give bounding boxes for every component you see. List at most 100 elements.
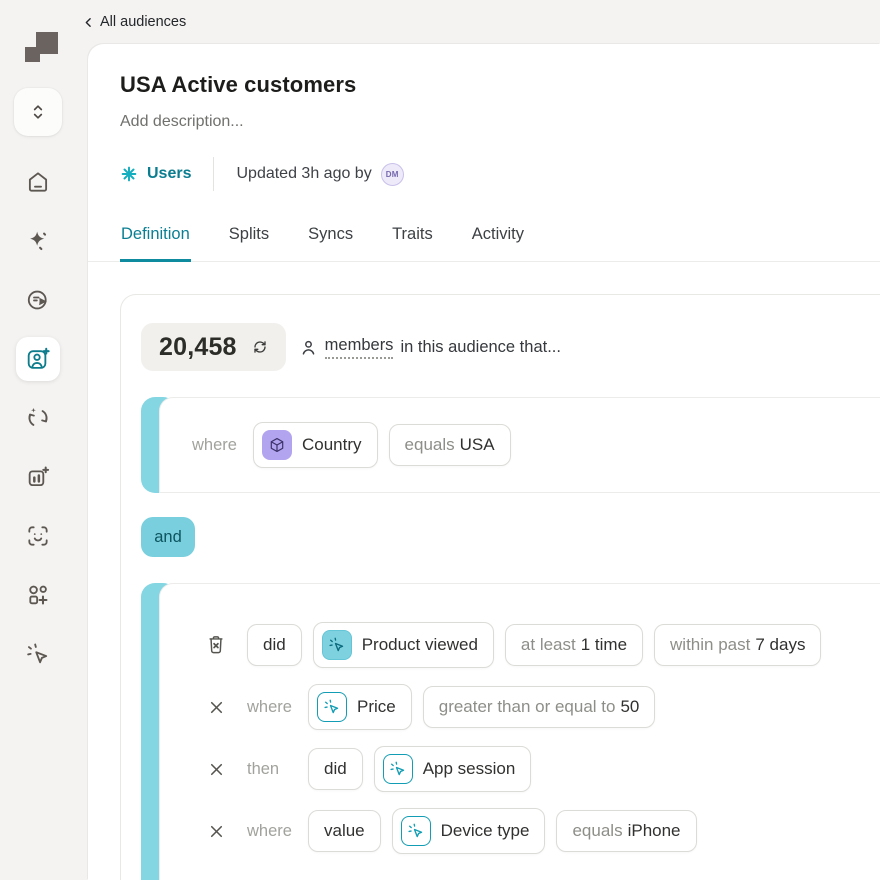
condition-chip[interactable]: equals iPhone bbox=[556, 810, 697, 852]
definition-card: 20,458 members in this audience that... … bbox=[120, 294, 880, 880]
page-title: USA Active customers bbox=[120, 72, 357, 97]
back-label: All audiences bbox=[100, 14, 187, 30]
updated-text: Updated 3h ago by bbox=[236, 165, 372, 182]
sidebar-item-ai-tools[interactable] bbox=[16, 632, 60, 676]
condition-row: where Country equals USA bbox=[192, 422, 880, 468]
delete-condition-button[interactable] bbox=[204, 634, 228, 656]
condition-group-card: did Product viewed at least 1 time within pa… bbox=[159, 583, 880, 880]
sources-icon bbox=[25, 287, 51, 313]
chip-text: Price bbox=[357, 697, 396, 716]
event-icon bbox=[321, 630, 352, 660]
chip-text: 50 bbox=[620, 697, 640, 716]
face-scan-icon bbox=[25, 523, 51, 549]
refresh-icon bbox=[252, 339, 268, 355]
topbar: All audiences bbox=[82, 0, 880, 44]
condition-chip[interactable]: value bbox=[308, 810, 381, 852]
ai-cursor-icon bbox=[25, 641, 51, 667]
workspace-switcher-button[interactable] bbox=[14, 88, 62, 136]
members-sentence: members in this audience that... bbox=[299, 336, 561, 359]
refresh-count-button[interactable] bbox=[252, 339, 268, 355]
member-count: 20,458 bbox=[159, 332, 237, 361]
entity-type-link[interactable]: Users bbox=[120, 165, 191, 183]
property-cube-icon bbox=[262, 430, 292, 460]
sidebar-item-home[interactable] bbox=[16, 160, 60, 204]
main-panel: USA Active customers Add description... … bbox=[88, 44, 880, 880]
sidebar bbox=[0, 0, 88, 880]
tab-traits[interactable]: Traits bbox=[391, 225, 434, 262]
chip-text: iPhone bbox=[627, 821, 681, 840]
condition-chip[interactable]: Product viewed bbox=[312, 622, 494, 668]
chevron-up-down-icon bbox=[28, 101, 48, 123]
chip-text: App session bbox=[422, 759, 516, 778]
sidebar-item-analytics[interactable] bbox=[16, 455, 60, 499]
condition-chip[interactable]: App session bbox=[373, 746, 532, 792]
condition-chip[interactable]: greater than or equal to 50 bbox=[422, 686, 656, 728]
condition-group: did Product viewed at least 1 time within pa… bbox=[141, 583, 880, 880]
sidebar-item-apps[interactable] bbox=[16, 573, 60, 617]
close-icon bbox=[207, 760, 226, 779]
apps-icon bbox=[25, 582, 51, 608]
condition-chip[interactable]: at least 1 time bbox=[504, 624, 644, 666]
divider bbox=[213, 157, 215, 191]
chip-text: 1 time bbox=[580, 635, 628, 654]
remove-condition-button[interactable] bbox=[204, 698, 228, 717]
chip-text: 7 days bbox=[755, 635, 806, 654]
sidebar-item-recognition[interactable] bbox=[16, 514, 60, 558]
event-icon bbox=[382, 754, 413, 784]
avatar: DM bbox=[380, 162, 404, 186]
condition-chip[interactable]: did bbox=[308, 748, 363, 790]
chip-text: USA bbox=[459, 435, 495, 454]
event-icon bbox=[317, 692, 347, 722]
sidebar-item-assistant[interactable] bbox=[16, 219, 60, 263]
sidebar-nav bbox=[16, 160, 60, 676]
description-placeholder[interactable]: Add description... bbox=[120, 113, 880, 131]
chip-text: equals bbox=[404, 435, 455, 454]
condition-chip[interactable]: Device type bbox=[391, 808, 546, 854]
chip-text: Product viewed bbox=[361, 635, 478, 654]
remove-condition-button[interactable] bbox=[204, 760, 228, 779]
users-asterisk-icon bbox=[120, 165, 138, 183]
user-icon bbox=[299, 338, 318, 357]
condition-row: where value Device type equals iPhone bbox=[204, 808, 880, 854]
close-icon bbox=[207, 698, 226, 717]
condition-group-card: where Country equals USA bbox=[159, 397, 880, 493]
trash-icon bbox=[205, 634, 227, 656]
tab-splits[interactable]: Splits bbox=[228, 225, 270, 262]
condition-chip[interactable]: Country bbox=[253, 422, 378, 468]
tab-definition[interactable]: Definition bbox=[120, 225, 191, 262]
remove-condition-button[interactable] bbox=[204, 822, 228, 841]
chip-text: within past bbox=[670, 635, 751, 654]
sidebar-item-audiences[interactable] bbox=[16, 337, 60, 381]
chip-text: greater than or equal to bbox=[438, 697, 616, 716]
chip-text: value bbox=[324, 821, 365, 840]
condition-chip[interactable]: equals USA bbox=[388, 424, 511, 466]
condition-row: then did App session bbox=[204, 746, 880, 792]
journeys-icon bbox=[25, 405, 51, 431]
back-to-audiences-link[interactable]: All audiences bbox=[82, 14, 186, 30]
condition-prefix: where bbox=[192, 435, 237, 454]
sparkle-icon bbox=[25, 228, 51, 254]
condition-row: did Product viewed at least 1 time within pa… bbox=[204, 622, 880, 668]
tab-activity[interactable]: Activity bbox=[471, 225, 525, 262]
sidebar-item-connections[interactable] bbox=[16, 278, 60, 322]
and-connector[interactable]: and bbox=[141, 517, 195, 557]
condition-chip[interactable]: Price bbox=[308, 684, 412, 730]
sidebar-item-journeys[interactable] bbox=[16, 396, 60, 440]
member-count-pill: 20,458 bbox=[141, 323, 286, 371]
chevron-left-icon bbox=[82, 16, 95, 29]
member-count-row: 20,458 members in this audience that... bbox=[141, 323, 880, 371]
condition-chip[interactable]: within past 7 days bbox=[654, 624, 822, 666]
chip-text: Device type bbox=[440, 821, 530, 840]
members-link[interactable]: members bbox=[324, 336, 394, 359]
meta-row: Users Updated 3h ago by DM bbox=[120, 157, 880, 191]
event-icon bbox=[400, 816, 431, 846]
condition-chip[interactable]: did bbox=[247, 624, 302, 666]
tab-syncs[interactable]: Syncs bbox=[307, 225, 354, 262]
audiences-icon bbox=[25, 346, 51, 372]
analytics-icon bbox=[25, 464, 51, 490]
chip-text: did bbox=[263, 635, 286, 654]
condition-group: where Country equals USA bbox=[141, 397, 880, 493]
chip-text: at least bbox=[520, 635, 576, 654]
updated-info: Updated 3h ago by DM bbox=[236, 162, 404, 186]
chip-text: equals bbox=[572, 821, 623, 840]
